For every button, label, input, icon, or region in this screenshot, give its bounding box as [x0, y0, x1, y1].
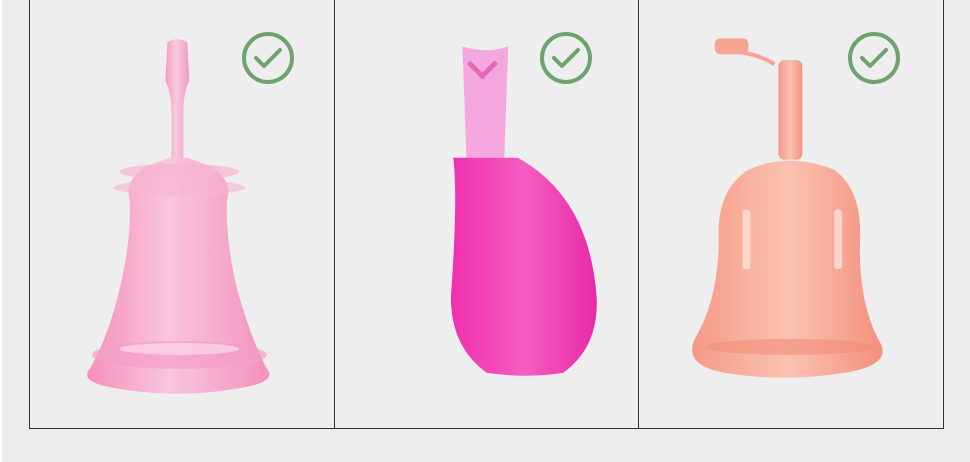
check-circle-icon [242, 32, 294, 84]
page-edge [0, 0, 2, 462]
product-grid [29, 0, 944, 429]
product-cell-coral-bell [639, 0, 943, 428]
check-circle-icon [539, 32, 592, 84]
check-circle-icon [848, 32, 901, 84]
magenta-teardrop-cup-image [450, 46, 597, 376]
product-cell-pink-bell [30, 0, 335, 428]
product-cell-magenta-teardrop [335, 0, 640, 428]
